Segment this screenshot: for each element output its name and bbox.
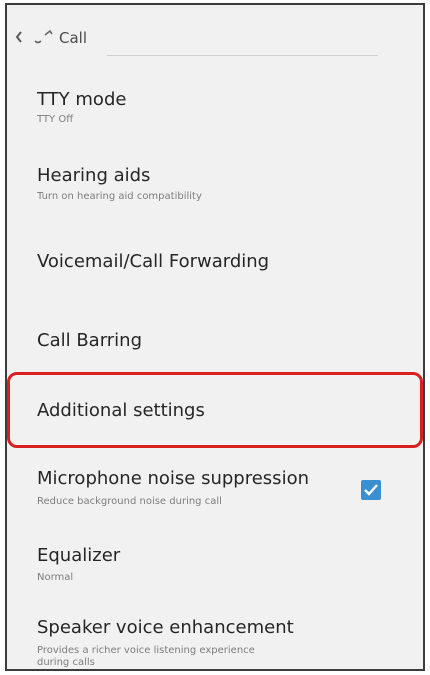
setting-summary: Turn on hearing aid compatibility — [37, 191, 202, 202]
setting-equalizer[interactable]: Equalizer Normal — [7, 535, 423, 599]
setting-title: Speaker voice enhancement — [37, 617, 294, 638]
action-bar: Call — [7, 5, 423, 61]
setting-summary: Normal — [37, 572, 74, 583]
setting-voicemail-call-forwarding[interactable]: Voicemail/Call Forwarding — [7, 225, 423, 295]
setting-title: Hearing aids — [37, 165, 151, 186]
setting-title: Equalizer — [37, 545, 121, 566]
setting-title: Microphone noise suppression — [37, 468, 309, 489]
setting-title: Additional settings — [37, 400, 205, 421]
setting-summary: Provides a richer voice listening experi… — [37, 645, 255, 668]
chevron-left-icon[interactable] — [14, 29, 32, 45]
setting-summary: TTY Off — [37, 114, 74, 125]
setting-title: Call Barring — [37, 330, 143, 351]
settings-screen: Call TTY mode TTY Off Hearing aids Turn … — [5, 3, 425, 671]
setting-title: Voicemail/Call Forwarding — [37, 251, 270, 272]
phone-icon — [32, 28, 58, 46]
setting-title: TTY mode — [37, 89, 127, 110]
setting-additional-settings[interactable]: Additional settings — [7, 375, 423, 445]
setting-summary: Reduce background noise during call — [37, 496, 222, 507]
check-icon — [364, 484, 378, 496]
setting-tty-mode[interactable]: TTY mode TTY Off — [7, 71, 423, 135]
page-title: Call — [59, 29, 88, 47]
divider — [107, 55, 378, 56]
noise-suppression-checkbox[interactable] — [361, 480, 381, 500]
setting-speaker-voice-enhancement[interactable]: Speaker voice enhancement Provides a ric… — [7, 605, 423, 669]
setting-call-barring[interactable]: Call Barring — [7, 301, 423, 371]
setting-hearing-aids[interactable]: Hearing aids Turn on hearing aid compati… — [7, 145, 423, 215]
